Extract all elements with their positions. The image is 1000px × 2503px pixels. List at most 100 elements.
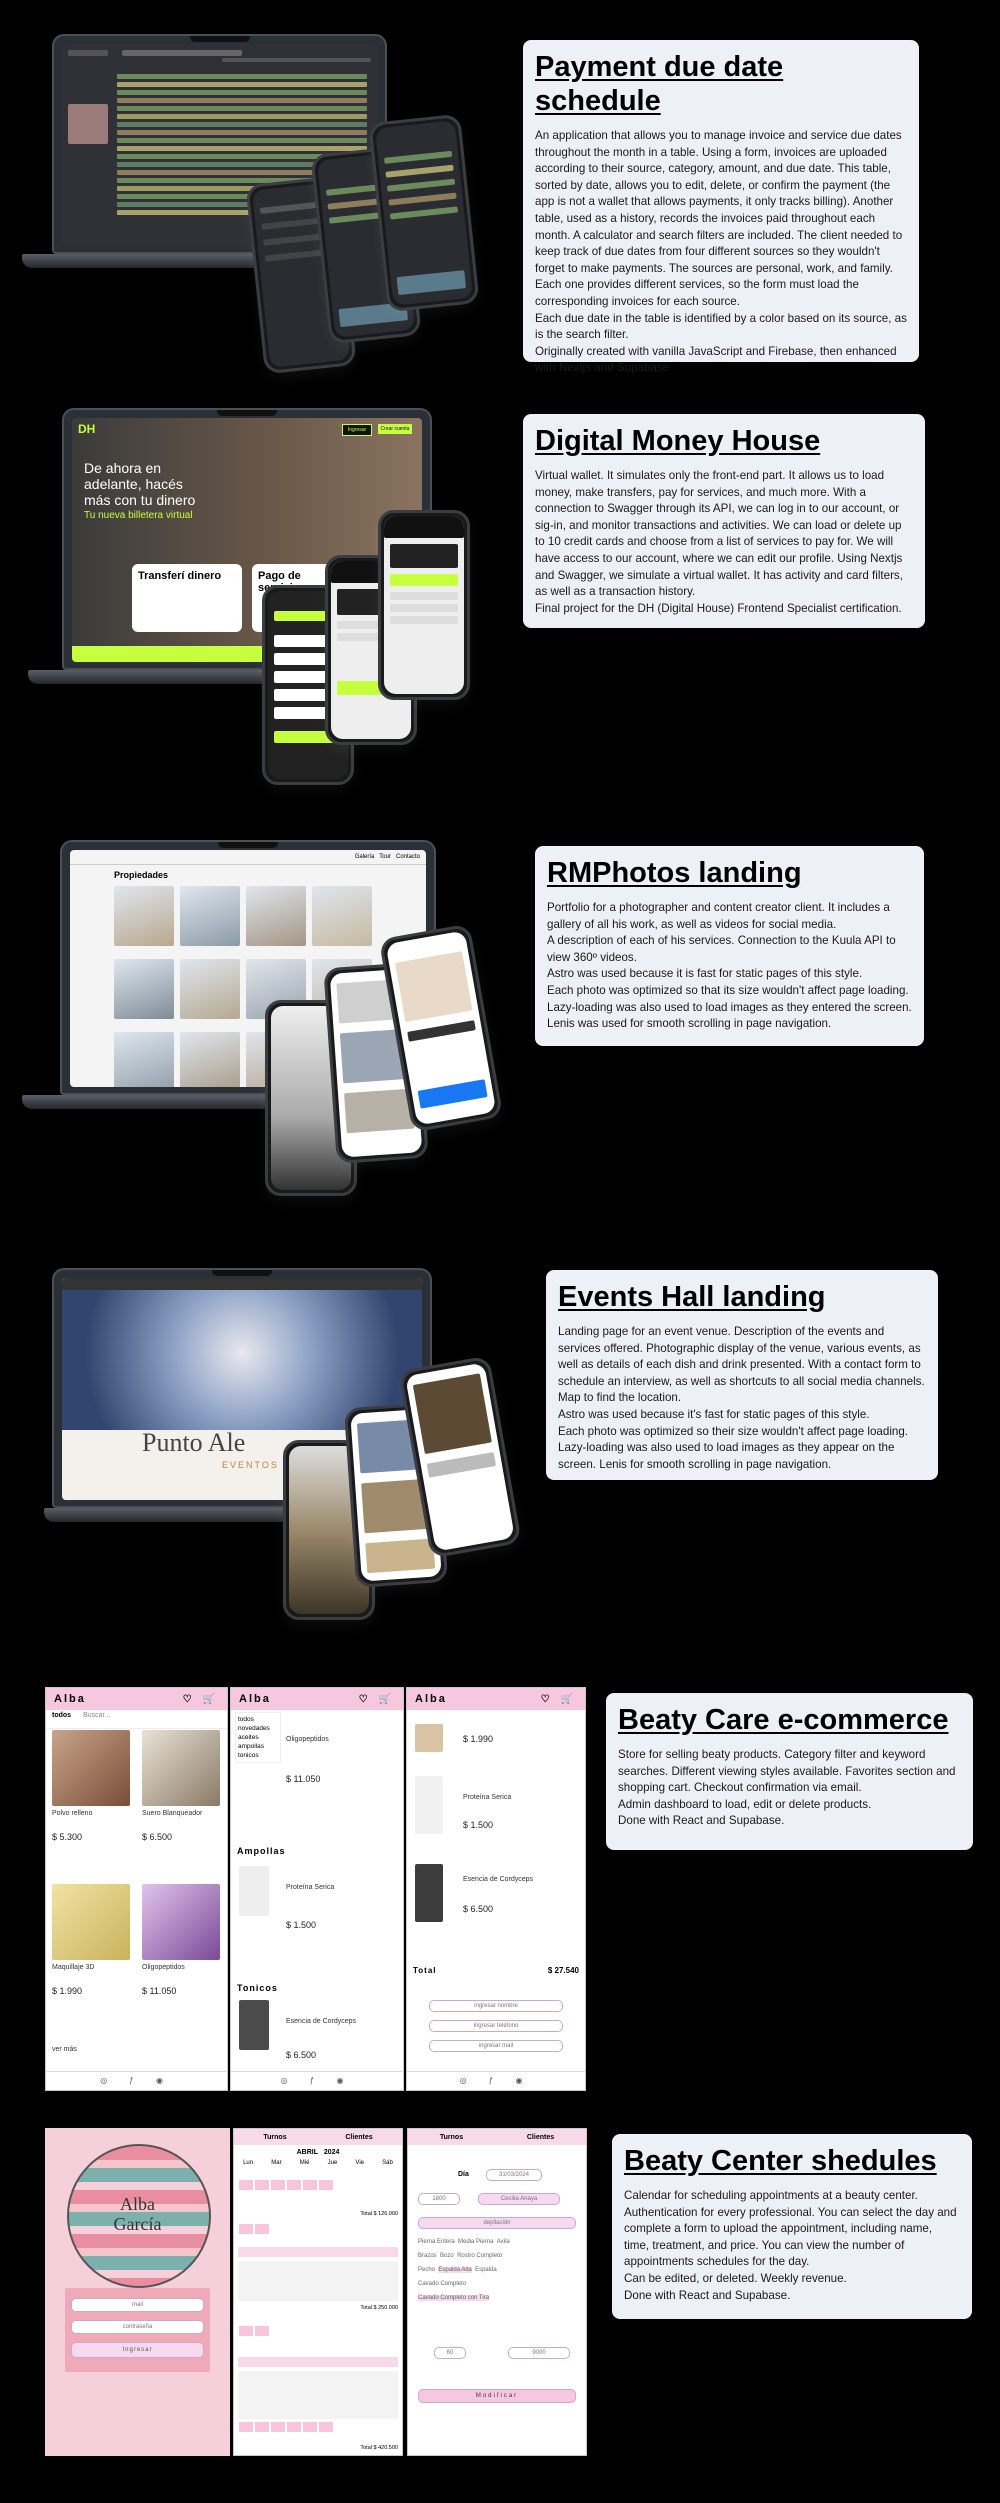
cart-total-label: Total [413, 1966, 437, 1975]
password-input[interactable]: contraseña [71, 2320, 204, 2334]
product-image[interactable] [239, 1866, 269, 1916]
social-icons[interactable]: ◎ ƒ ◉ [407, 2071, 585, 2090]
product-image[interactable] [52, 1884, 130, 1960]
tab-turnos[interactable]: Turnos [263, 2134, 286, 2141]
hero-line: De ahora en [84, 460, 162, 476]
logo-name: Alba [120, 2194, 155, 2214]
cart-item-price: $ 1.990 [463, 1734, 494, 1744]
schedule-calendar-screen: Turnos Clientes ABRIL 2024 Lun Mar Mié Jue Vi… [233, 2128, 403, 2456]
treatment-select[interactable]: depilación [418, 2217, 576, 2229]
gallery-photo[interactable] [114, 886, 174, 946]
day-input[interactable]: 31/03/2024 [486, 2169, 542, 2181]
phone-mockup [368, 113, 480, 313]
phone-input[interactable]: ingresar teléfono [429, 2020, 563, 2032]
category-filter[interactable]: todos [52, 1712, 71, 1726]
cart-item-price: $ 6.500 [463, 1904, 494, 1914]
product-price: $ 11.050 [286, 1774, 321, 1784]
store-brand: Alba [415, 1693, 447, 1705]
signup-button[interactable]: Crear cuenta [378, 424, 412, 434]
hero-line: más con tu dinero [84, 492, 196, 508]
logo-surname: García [113, 2214, 162, 2234]
product-name: Esencia de Cordyceps [286, 2018, 357, 2025]
see-more-link[interactable]: ver más [52, 2046, 77, 2053]
project-description: Virtual wallet. It simulates only the fr… [535, 469, 903, 615]
price-input[interactable]: 9000 [508, 2347, 570, 2359]
project-card: Beaty Care e-commerce Store for selling … [606, 1693, 973, 1850]
project-description: Landing page for an event venue. Descrip… [558, 1325, 925, 1471]
product-image[interactable] [239, 2000, 269, 2050]
calendar-year: 2024 [323, 2149, 340, 2156]
gallery-photo[interactable] [114, 959, 174, 1019]
heart-cart-icons[interactable]: ♡ 🛒 [183, 1694, 219, 1705]
store-screen-categories: Alba ♡ 🛒 todos novedades aceites ampollas ton… [230, 1687, 404, 2091]
product-name: Proteína Serica [286, 1884, 335, 1891]
feature-card: Transferí dinero [132, 564, 242, 632]
product-image[interactable] [52, 1730, 130, 1806]
product-price: $ 1.500 [286, 1920, 317, 1930]
tab-turnos[interactable]: Turnos [440, 2134, 463, 2141]
product-price: $ 6.500 [286, 2050, 317, 2060]
quantity-stepper[interactable]: 60 [434, 2347, 466, 2359]
calendar-week-1[interactable] [238, 2179, 398, 2193]
login-button[interactable]: Ingresar [342, 424, 372, 436]
modify-button[interactable]: Modificar [418, 2389, 576, 2403]
category-dropdown[interactable]: todos novedades aceites ampollas tonicos [235, 1712, 281, 1763]
nav-link[interactable]: Contacto [396, 854, 420, 860]
project-description: Portfolio for a photographer and content… [547, 901, 912, 1031]
project-description: Store for selling beaty products. Catego… [618, 1748, 956, 1828]
gallery-photo[interactable] [114, 1032, 174, 1087]
project-description: An application that allows you to manage… [535, 129, 907, 375]
heart-cart-icons[interactable]: ♡ 🛒 [541, 1694, 577, 1705]
search-input[interactable]: Buscar... [83, 1712, 110, 1726]
calendar-week-4[interactable] [238, 2421, 398, 2435]
store-brand: Alba [54, 1693, 86, 1705]
section-title: Tonicos [237, 1983, 278, 1993]
login-button[interactable]: Ingresar [71, 2342, 204, 2358]
name-input[interactable]: ingresar nombre [429, 2000, 563, 2012]
project-card: Payment due date schedule An application… [523, 40, 919, 374]
store-screen-cart: Alba ♡ 🛒 $ 1.990 Proteína Serica $ 1.500 … [406, 1687, 586, 2091]
product-name: Oligopeptidos [286, 1736, 329, 1743]
venue-logo: Punto Ale [142, 1428, 246, 1457]
gallery-photo[interactable] [246, 886, 306, 946]
section-title: Propiedades [114, 870, 169, 880]
project-title: Events Hall landing [558, 1281, 826, 1313]
project-description: Calendar for scheduling appointments at … [624, 2189, 957, 2302]
social-icons[interactable]: ◎ ƒ ◉ [46, 2071, 227, 2090]
project-title: Beaty Center shedules [624, 2145, 937, 2177]
gallery-photo[interactable] [180, 1032, 240, 1087]
project-title: RMPhotos landing [547, 857, 802, 889]
cart-total-value: $ 27.540 [547, 1966, 579, 1975]
gallery-photo[interactable] [180, 959, 240, 1019]
client-input[interactable]: Cecilia Anaya [478, 2193, 560, 2205]
calendar-week-2[interactable] [238, 2223, 398, 2237]
schedule-login-screen: Alba García mail contraseña Ingresar [45, 2128, 230, 2456]
project-title: Payment due date schedule [535, 51, 784, 117]
social-icons[interactable]: ◎ ƒ ◉ [231, 2071, 403, 2090]
email-input[interactable]: ingresar mail [429, 2040, 563, 2052]
product-image[interactable] [142, 1730, 220, 1806]
venue-subtitle: EVENTOS [222, 1460, 279, 1470]
heart-cart-icons[interactable]: ♡ 🛒 [359, 1694, 395, 1705]
tab-clientes[interactable]: Clientes [527, 2134, 554, 2141]
store-brand: Alba [239, 1693, 271, 1705]
nav-link[interactable]: Galería [355, 854, 375, 860]
nav-link[interactable]: Tour [379, 854, 391, 860]
cart-item-name: Proteína Serica [463, 1794, 512, 1801]
product-price: $ 5.300 [52, 1832, 83, 1842]
tab-clientes[interactable]: Clientes [345, 2134, 372, 2141]
cart-item-name: Esencia de Cordyceps [463, 1876, 534, 1883]
product-price: $ 6.500 [142, 1832, 173, 1842]
email-input[interactable]: mail [71, 2298, 204, 2312]
time-input[interactable]: 1800 [418, 2193, 460, 2205]
store-screen-grid: Alba ♡ 🛒 todos Buscar... Polvo relleno Su… [45, 1687, 228, 2091]
treatment-options[interactable]: Pierna Entera Media Pierna Axila Brazos … [418, 2235, 576, 2305]
calendar-week-3[interactable] [238, 2325, 398, 2339]
cart-item-image [415, 1776, 443, 1834]
project-card: Events Hall landing Landing page for an … [546, 1270, 938, 1480]
product-image[interactable] [142, 1884, 220, 1960]
gallery-photo[interactable] [180, 886, 240, 946]
gallery-photo[interactable] [312, 886, 372, 946]
product-name: Suero Blanqueador [142, 1810, 203, 1817]
product-name: Polvo relleno [52, 1810, 93, 1817]
